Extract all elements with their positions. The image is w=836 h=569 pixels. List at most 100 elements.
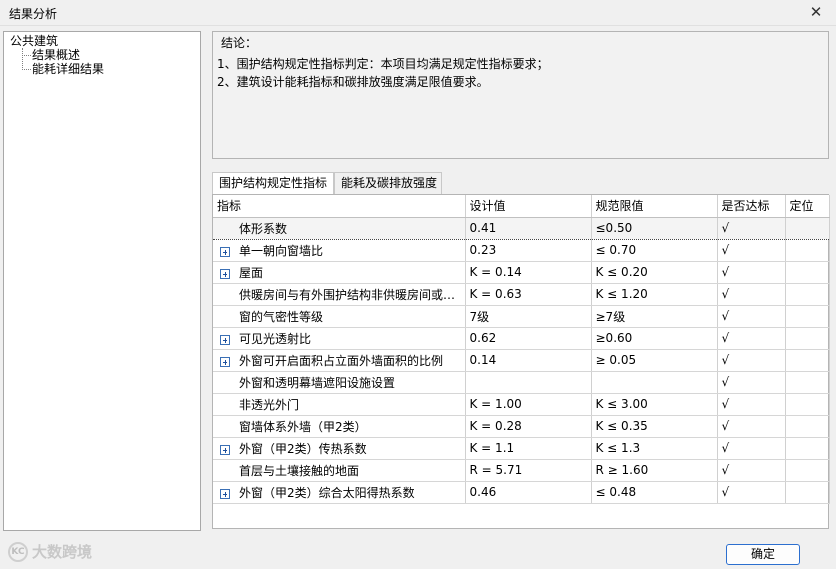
cell-locate[interactable]	[785, 305, 830, 328]
cell-locate[interactable]	[785, 459, 830, 482]
cell-locate[interactable]	[785, 437, 830, 460]
indicator-name: 外窗（甲2类）综合太阳得热系数	[239, 485, 415, 500]
header-locate[interactable]: 定位	[785, 195, 830, 218]
table-row[interactable]: 外窗和透明幕墙遮阳设施设置 √	[213, 371, 830, 394]
tree-item-energy-detail[interactable]: 能耗详细结果	[22, 62, 104, 76]
cell-locate[interactable]	[785, 481, 830, 504]
table-row[interactable]: 窗墙体系外墙（甲2类） K = 0.28 K ≤ 0.35 √	[213, 415, 830, 438]
cell-locate[interactable]	[785, 327, 830, 350]
cell-indicator: 外窗和透明幕墙遮阳设施设置	[213, 371, 466, 394]
expand-plus-icon[interactable]	[220, 356, 230, 367]
tree-root[interactable]: 公共建筑	[10, 34, 58, 48]
cell-limit-value: R ≥ 1.60	[591, 459, 718, 482]
indicator-name: 屋面	[239, 265, 264, 280]
table-row[interactable]: 外窗可开启面积占立面外墙面积的比例 0.14 ≥ 0.05 √	[213, 349, 830, 372]
cell-indicator: 外窗可开启面积占立面外墙面积的比例	[213, 349, 466, 372]
cell-limit-value: ≤ 0.48	[591, 481, 718, 504]
row-indent	[217, 266, 233, 280]
row-indent	[217, 332, 233, 346]
close-icon[interactable]: ✕	[802, 2, 830, 24]
cell-compliant-check: √	[717, 349, 786, 372]
cell-design-value: 0.14	[465, 349, 592, 372]
cell-limit-value: K ≤ 0.20	[591, 261, 718, 284]
table-row[interactable]: 非透光外门 K = 1.00 K ≤ 3.00 √	[213, 393, 830, 416]
indicator-name: 首层与土壤接触的地面	[239, 463, 360, 478]
watermark-text: 大数跨境	[32, 543, 93, 561]
expand-plus-icon[interactable]	[220, 444, 230, 455]
cell-compliant-check: √	[717, 305, 786, 328]
cell-locate[interactable]	[785, 239, 830, 262]
window-title: 结果分析	[9, 7, 58, 21]
table-row[interactable]: 首层与土壤接触的地面 R = 5.71 R ≥ 1.60 √	[213, 459, 830, 482]
cell-design-value: K = 0.28	[465, 415, 592, 438]
indicator-name: 外窗（甲2类）传热系数	[239, 441, 367, 456]
conclusion-line-1: 1、围护结构规定性指标判定：本项目均满足规定性指标要求；	[217, 57, 549, 71]
row-indent	[217, 354, 233, 368]
indicator-name: 外窗可开启面积占立面外墙面积的比例	[239, 353, 444, 368]
ok-button[interactable]: 确定	[726, 544, 800, 565]
indicator-table: 指标 设计值 规范限值 是否达标 定位 体形系数 0.41 ≤0.50 √ 单一朝向窗墙…	[213, 195, 830, 504]
cell-design-value: K = 0.63	[465, 283, 592, 306]
cell-locate[interactable]	[785, 261, 830, 284]
cell-locate[interactable]	[785, 393, 830, 416]
table-row[interactable]: 体形系数 0.41 ≤0.50 √	[213, 216, 830, 240]
cell-indicator: 单一朝向窗墙比	[213, 239, 466, 262]
header-compliant[interactable]: 是否达标	[717, 195, 786, 218]
row-indent	[217, 244, 233, 258]
cell-indicator: 供暖房间与有外围护结构非供暖房间或空...	[213, 283, 466, 306]
cell-locate[interactable]	[785, 283, 830, 306]
expand-plus-icon[interactable]	[220, 246, 230, 257]
cell-compliant-check: √	[717, 437, 786, 460]
conclusion-line-2: 2、建筑设计能耗指标和碳排放强度满足限值要求。	[217, 75, 489, 89]
table-row[interactable]: 可见光透射比 0.62 ≥0.60 √	[213, 327, 830, 350]
table-row[interactable]: 外窗（甲2类）综合太阳得热系数 0.46 ≤ 0.48 √	[213, 481, 830, 504]
cell-compliant-check: √	[717, 371, 786, 394]
header-design-value[interactable]: 设计值	[465, 195, 592, 218]
cell-locate[interactable]	[785, 216, 830, 240]
cell-locate[interactable]	[785, 349, 830, 372]
table-row[interactable]: 外窗（甲2类）传热系数 K = 1.1 K ≤ 1.3 √	[213, 437, 830, 460]
expand-plus-icon[interactable]	[220, 488, 230, 499]
cell-indicator: 首层与土壤接触的地面	[213, 459, 466, 482]
indicator-name: 窗的气密性等级	[239, 309, 324, 324]
indicator-name: 窗墙体系外墙（甲2类）	[239, 419, 367, 434]
cell-limit-value: ≤0.50	[591, 216, 718, 240]
tree-item-overview[interactable]: 结果概述	[22, 48, 80, 62]
watermark-logo-icon: KC	[8, 541, 28, 562]
cell-compliant-check: √	[717, 261, 786, 284]
cell-indicator: 外窗（甲2类）传热系数	[213, 437, 466, 460]
table-row[interactable]: 窗的气密性等级 7级 ≥7级 √	[213, 305, 830, 328]
expand-plus-icon[interactable]	[220, 268, 230, 279]
tab-envelope-indicators[interactable]: 围护结构规定性指标	[212, 172, 334, 194]
cell-compliant-check: √	[717, 481, 786, 504]
header-limit-value[interactable]: 规范限值	[591, 195, 718, 218]
indicator-name: 非透光外门	[239, 397, 300, 412]
cell-indicator: 窗墙体系外墙（甲2类）	[213, 415, 466, 438]
cell-design-value: 0.41	[465, 216, 592, 240]
expand-plus-icon[interactable]	[220, 334, 230, 345]
cell-design-value: 7级	[465, 305, 592, 328]
indicator-table-panel: 指标 设计值 规范限值 是否达标 定位 体形系数 0.41 ≤0.50 √ 单一朝向窗墙…	[212, 194, 830, 529]
cell-design-value	[465, 371, 592, 394]
tab-energy-carbon[interactable]: 能耗及碳排放强度	[334, 172, 442, 194]
header-indicator[interactable]: 指标	[213, 195, 466, 218]
table-row[interactable]: 屋面 K = 0.14 K ≤ 0.20 √	[213, 261, 830, 284]
cell-locate[interactable]	[785, 415, 830, 438]
cell-limit-value: ≤ 0.70	[591, 239, 718, 262]
cell-design-value: K = 1.1	[465, 437, 592, 460]
conclusion-heading: 结论：	[221, 36, 258, 50]
indicator-name: 单一朝向窗墙比	[239, 243, 324, 258]
cell-compliant-check: √	[717, 239, 786, 262]
indicator-name: 外窗和透明幕墙遮阳设施设置	[239, 375, 396, 390]
indicator-name: 体形系数	[239, 221, 288, 236]
cell-limit-value: K ≤ 1.3	[591, 437, 718, 460]
table-row[interactable]: 供暖房间与有外围护结构非供暖房间或空... K = 0.63 K ≤ 1.20 √	[213, 283, 830, 306]
cell-locate[interactable]	[785, 371, 830, 394]
title-bar: 结果分析 ✕	[0, 0, 836, 26]
cell-indicator: 可见光透射比	[213, 327, 466, 350]
cell-compliant-check: √	[717, 459, 786, 482]
table-row[interactable]: 单一朝向窗墙比 0.23 ≤ 0.70 √	[213, 239, 830, 262]
result-tree[interactable]: 公共建筑 结果概述 能耗详细结果	[3, 31, 201, 531]
cell-indicator: 体形系数	[213, 216, 466, 240]
cell-compliant-check: √	[717, 393, 786, 416]
